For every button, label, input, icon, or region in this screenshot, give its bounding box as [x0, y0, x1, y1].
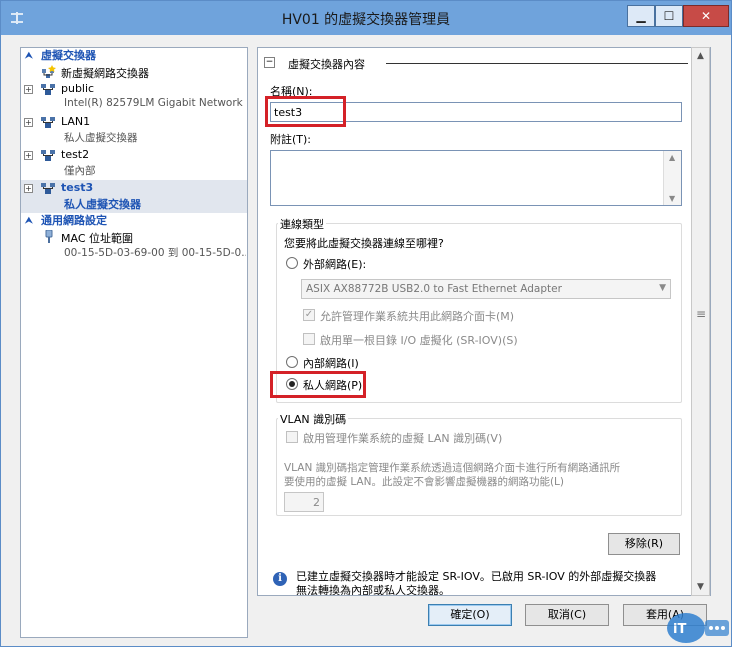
vlan-checkbox[interactable]: [286, 431, 298, 443]
section-label: 虛擬交換器: [41, 49, 96, 62]
chevron-down-icon: ▼: [659, 283, 666, 293]
maximize-button[interactable]: ☐: [655, 5, 683, 27]
switch-manager-window: HV01 的虛擬交換器管理員 ▁ ☐ ✕ ⮝ 虛擬交換器 新虛擬網路交換器 + …: [0, 0, 732, 647]
connection-type-title: 連線類型: [278, 216, 326, 232]
allow-mgmt-label: 允許管理作業系統共用此網路介面卡(M): [320, 310, 515, 323]
name-highlight-box: [265, 96, 346, 127]
notes-scrollbar[interactable]: ▲ ▼: [663, 151, 681, 205]
mac-range-detail: 00-15-5D-03-69-00 到 00-15-5D-0...: [64, 247, 246, 259]
sriov-label: 啟用單一根目錄 I/O 虛擬化 (SR-IOV)(S): [320, 334, 518, 347]
adapter-value: ASIX AX88772B USB2.0 to Fast Ethernet Ad…: [306, 283, 562, 295]
tree-item-switch-public[interactable]: + public Intel(R) 82579LM Gigabit Networ…: [21, 81, 247, 114]
notes-textarea[interactable]: [270, 150, 682, 206]
vlan-checkbox-label: 啟用管理作業系統的虛擬 LAN 識別碼(V): [303, 432, 503, 445]
expand-icon[interactable]: +: [24, 184, 33, 193]
close-button[interactable]: ✕: [683, 5, 729, 27]
switch-detail: 私人虛擬交換器: [64, 198, 141, 211]
info-line1: 已建立虛擬交換器時才能設定 SR-IOV。已啟用 SR-IOV 的外部虛擬交換器: [296, 570, 657, 583]
expand-icon[interactable]: +: [24, 151, 33, 160]
external-network-label[interactable]: 外部網路(E):: [303, 256, 366, 272]
new-switch-icon: [40, 65, 56, 79]
expand-icon[interactable]: +: [24, 118, 33, 127]
internal-network-radio[interactable]: [286, 356, 298, 368]
section-label: 通用網路設定: [41, 214, 107, 227]
switch-name: test3: [61, 181, 94, 194]
tree-item-mac-range[interactable]: MAC 位址範圍 00-15-5D-03-69-00 到 00-15-5D-0.…: [21, 229, 247, 262]
cancel-button[interactable]: 取消(C): [525, 604, 609, 626]
minimize-button[interactable]: ▁: [627, 5, 655, 27]
collapse-icon[interactable]: ⮝: [25, 48, 37, 64]
remove-button[interactable]: 移除(R): [608, 533, 680, 555]
switch-name: test2: [61, 148, 90, 161]
properties-title: 虛擬交換器內容: [288, 58, 365, 71]
vlan-id-input[interactable]: 2: [284, 492, 324, 512]
scroll-down-icon[interactable]: ▼: [669, 194, 675, 203]
tree-item-switch-test3[interactable]: + test3 私人虛擬交換器: [21, 180, 247, 213]
external-network-radio[interactable]: [286, 257, 298, 269]
switch-detail: 僅內部: [64, 165, 96, 177]
network-switch-icon: [40, 115, 56, 129]
properties-header: − 虛擬交換器內容: [258, 56, 688, 71]
ok-button[interactable]: 確定(O): [428, 604, 512, 626]
info-line2: 無法轉換為內部或私人交換器。: [296, 584, 450, 596]
title-bar[interactable]: HV01 的虛擬交換器管理員 ▁ ☐ ✕: [1, 1, 731, 35]
collapse-icon[interactable]: ⮝: [25, 213, 37, 229]
collapse-icon[interactable]: −: [264, 57, 275, 68]
section-global-network-settings[interactable]: ⮝ 通用網路設定: [21, 213, 247, 229]
svg-text:iT: iT: [673, 622, 686, 637]
scroll-up-icon[interactable]: ▲: [692, 48, 709, 64]
vlan-group-title: VLAN 識別碼: [278, 411, 349, 427]
external-adapter-select[interactable]: ASIX AX88772B USB2.0 to Fast Ethernet Ad…: [301, 279, 671, 299]
switch-properties-pane: − 虛擬交換器內容 名稱(N): test3 附註(T): ▲ ▼ 連線類型 您…: [257, 47, 711, 596]
scroll-down-icon[interactable]: ▼: [692, 579, 709, 595]
network-switch-icon: [40, 181, 56, 195]
tree-item-switch-test2[interactable]: + test2 僅內部: [21, 147, 247, 180]
sriov-checkbox[interactable]: [303, 333, 315, 345]
network-switch-icon: [40, 148, 56, 162]
tree-item-label: 新虛擬網路交換器: [61, 67, 149, 80]
switch-detail: 私人虛擬交換器: [64, 132, 138, 144]
network-switch-icon: [40, 82, 56, 96]
private-network-highlight-box: [270, 371, 366, 398]
properties-scrollbar[interactable]: ▲ ≡ ▼: [691, 47, 710, 596]
scroll-grip-icon[interactable]: ≡: [696, 308, 706, 320]
switch-tree: ⮝ 虛擬交換器 新虛擬網路交換器 + public Intel(R) 82579…: [20, 47, 248, 638]
vlan-description-line1: VLAN 識別碼指定管理作業系統透過這個網路介面卡進行所有網路通訊所: [284, 462, 621, 474]
window-title: HV01 的虛擬交換器管理員: [281, 12, 451, 28]
allow-mgmt-checkbox[interactable]: ✓: [303, 309, 315, 321]
switch-name: LAN1: [61, 115, 91, 128]
ithome-watermark-logo: iT: [665, 606, 731, 646]
mac-range-title: MAC 位址範圍: [61, 232, 133, 245]
info-icon: i: [273, 572, 287, 586]
section-virtual-switches[interactable]: ⮝ 虛擬交換器: [21, 48, 247, 64]
network-plug-icon: [43, 229, 59, 244]
switch-name: public: [61, 82, 95, 95]
internal-network-label[interactable]: 內部網路(I): [303, 355, 359, 371]
tree-item-new-switch[interactable]: 新虛擬網路交換器: [21, 64, 247, 81]
scroll-up-icon[interactable]: ▲: [669, 153, 675, 162]
connection-question: 您要將此虛擬交換器連線至哪裡?: [284, 237, 444, 250]
expand-icon[interactable]: +: [24, 85, 33, 94]
tree-item-switch-lan1[interactable]: + LAN1 私人虛擬交換器: [21, 114, 247, 147]
vlan-description-line2: 要使用的虛擬 LAN。此設定不會影響虛擬機器的網路功能(L): [284, 476, 565, 488]
notes-label: 附註(T):: [270, 133, 312, 146]
header-divider: [386, 63, 688, 64]
switch-detail: Intel(R) 82579LM Gigabit Network ...: [64, 97, 246, 109]
